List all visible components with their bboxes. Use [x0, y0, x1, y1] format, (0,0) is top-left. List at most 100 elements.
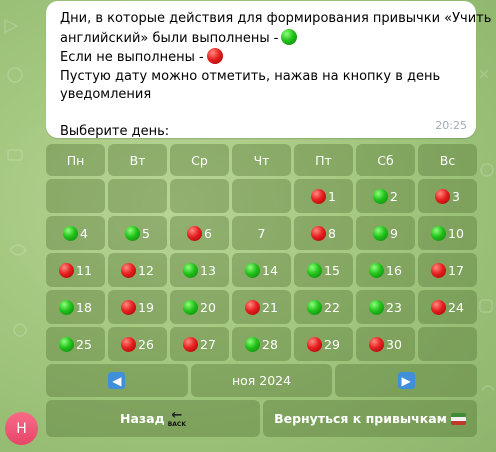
weekday-header[interactable]: Пн	[46, 144, 105, 176]
day-number: 27	[200, 336, 216, 352]
day-number: 18	[76, 299, 92, 315]
day-number: 15	[324, 262, 340, 278]
prev-month-button[interactable]: ◀	[46, 364, 188, 397]
day-number: 13	[200, 262, 216, 278]
green-circle-icon	[281, 28, 298, 45]
red-circle-icon	[369, 336, 385, 352]
day-number: 2	[390, 188, 398, 204]
day-cell[interactable]: 8	[294, 216, 353, 250]
next-month-button[interactable]: ▶	[335, 364, 478, 397]
day-number: 20	[200, 299, 216, 315]
day-cell[interactable]: 15	[294, 253, 353, 287]
empty-day-cell[interactable]	[108, 179, 167, 213]
day-number: 9	[390, 225, 398, 241]
empty-day-cell[interactable]	[418, 327, 477, 361]
inline-keyboard: Пн Вт Ср Чт Пт Сб Вс 1 2 3 4 5 6 7 8 9 10 11 12 13 14 15 16 17…	[46, 144, 478, 440]
red-circle-icon	[187, 225, 203, 241]
back-button-label: Назад	[120, 411, 165, 426]
day-cell[interactable]: 16	[356, 253, 415, 287]
empty-day-cell[interactable]	[232, 179, 291, 213]
red-circle-icon	[121, 336, 137, 352]
day-cell[interactable]: 11	[46, 253, 105, 287]
message-prompt: Выберите день:	[60, 124, 170, 139]
calendar-weeks: 1 2 3 4 5 6 7 8 9 10 11 12 13 14 15 16 17 18 19 20 21 22 23 24 2…	[46, 179, 477, 361]
green-circle-icon	[307, 299, 323, 315]
red-circle-icon	[307, 336, 323, 352]
red-circle-icon	[311, 225, 327, 241]
return-to-habits-button[interactable]: Вернуться к привычкам	[263, 400, 477, 437]
day-cell[interactable]: 9	[356, 216, 415, 250]
day-number: 3	[452, 188, 460, 204]
day-cell[interactable]: 7	[232, 216, 291, 250]
day-cell[interactable]: 26	[108, 327, 167, 361]
day-number: 21	[262, 299, 278, 315]
empty-day-cell[interactable]	[170, 179, 229, 213]
red-circle-icon	[431, 262, 447, 278]
day-cell[interactable]: 5	[108, 216, 167, 250]
return-button-label: Вернуться к привычкам	[274, 411, 447, 426]
day-cell[interactable]: 1	[294, 179, 353, 213]
calendar-week-row: 4 5 6 7 8 9 10	[46, 216, 477, 250]
day-cell[interactable]: 24	[418, 290, 477, 324]
back-icon-text: BACK	[167, 420, 186, 428]
day-cell[interactable]: 3	[418, 179, 477, 213]
green-circle-icon	[245, 262, 261, 278]
day-cell[interactable]: 29	[294, 327, 353, 361]
message-time: 20:25	[435, 118, 467, 132]
day-number: 25	[76, 336, 92, 352]
day-cell[interactable]: 13	[170, 253, 229, 287]
weekday-header[interactable]: Вт	[108, 144, 167, 176]
day-cell[interactable]: 27	[170, 327, 229, 361]
day-number: 29	[324, 336, 340, 352]
message-line: уведомления	[60, 87, 152, 102]
weekday-header[interactable]: Пт	[294, 144, 353, 176]
weekday-header-row: Пн Вт Ср Чт Пт Сб Вс	[46, 144, 477, 176]
red-circle-icon	[435, 188, 451, 204]
bot-message-bubble: Дни, в которые действия для формирования…	[46, 1, 491, 139]
day-cell[interactable]: 6	[170, 216, 229, 250]
green-circle-icon	[369, 262, 385, 278]
avatar[interactable]: Н	[5, 412, 38, 445]
green-circle-icon	[369, 299, 385, 315]
day-number: 7	[257, 225, 266, 241]
weekday-header[interactable]: Ср	[170, 144, 229, 176]
day-cell[interactable]: 14	[232, 253, 291, 287]
day-cell[interactable]: 23	[356, 290, 415, 324]
day-cell[interactable]: 28	[232, 327, 291, 361]
weekday-header[interactable]: Вс	[418, 144, 477, 176]
day-cell[interactable]: 19	[108, 290, 167, 324]
day-cell[interactable]: 20	[170, 290, 229, 324]
day-cell[interactable]: 30	[356, 327, 415, 361]
green-circle-icon	[373, 225, 389, 241]
weekday-header[interactable]: Сб	[356, 144, 415, 176]
calendar-week-row: 18 19 20 21 22 23 24	[46, 290, 477, 324]
day-number: 12	[138, 262, 154, 278]
weekday-header[interactable]: Чт	[232, 144, 291, 176]
green-circle-icon	[59, 336, 75, 352]
day-cell[interactable]: 25	[46, 327, 105, 361]
calendar-week-row: 11 12 13 14 15 16 17	[46, 253, 477, 287]
month-label-button[interactable]: ноя 2024	[190, 364, 333, 397]
day-cell[interactable]: 21	[232, 290, 291, 324]
day-number: 5	[142, 225, 150, 241]
day-cell[interactable]: 18	[46, 290, 105, 324]
red-circle-icon	[121, 262, 137, 278]
red-circle-icon	[311, 188, 327, 204]
calendar-week-row: 25 26 27 28 29 30	[46, 327, 477, 361]
day-cell[interactable]: 12	[108, 253, 167, 287]
red-circle-icon	[183, 336, 199, 352]
day-cell[interactable]: 17	[418, 253, 477, 287]
day-cell[interactable]: 4	[46, 216, 105, 250]
day-cell[interactable]: 2	[356, 179, 415, 213]
red-circle-icon	[121, 299, 137, 315]
green-circle-icon	[125, 225, 141, 241]
day-cell[interactable]: 10	[418, 216, 477, 250]
day-number: 22	[324, 299, 340, 315]
right-arrow-icon: ▶	[397, 372, 415, 389]
message-line: Пустую дату можно отметить, нажав на кно…	[60, 68, 441, 84]
day-cell[interactable]: 22	[294, 290, 353, 324]
month-nav-row: ◀ ноя 2024 ▶	[46, 364, 478, 397]
back-button[interactable]: Назад ← BACK	[46, 400, 260, 437]
empty-day-cell[interactable]	[46, 179, 105, 213]
